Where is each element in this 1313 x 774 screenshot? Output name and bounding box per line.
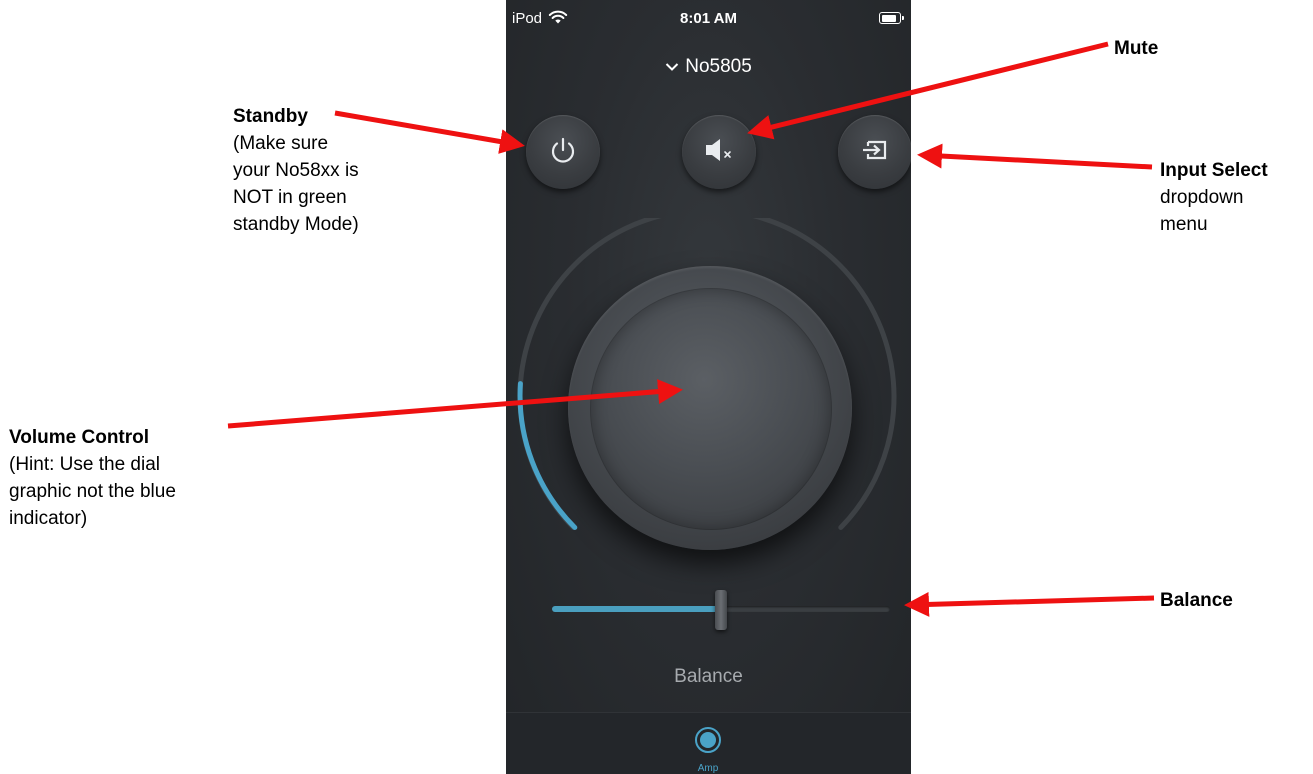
- volume-annotation-line: indicator): [9, 508, 88, 529]
- standby-arrow: [334, 110, 525, 154]
- standby-annotation-line: standby Mode): [233, 214, 359, 235]
- input-annotation: Input Select dropdown menu: [1160, 157, 1268, 238]
- input-arrow: [917, 143, 1153, 170]
- mute-arrow: [747, 41, 1109, 140]
- input-annotation-line: dropdown: [1160, 187, 1244, 208]
- volume-annotation: Volume Control (Hint: Use the dial graph…: [9, 424, 176, 532]
- input-annotation-title: Input Select: [1160, 160, 1268, 181]
- mute-annotation-title: Mute: [1114, 38, 1159, 59]
- balance-annotation-title: Balance: [1160, 590, 1233, 611]
- volume-annotation-line: graphic not the blue: [9, 481, 176, 502]
- balance-arrow: [904, 591, 1155, 617]
- standby-annotation-line: (Make sure: [233, 133, 329, 154]
- standby-annotation: Standby (Make sure your No58xx is NOT in…: [233, 103, 359, 238]
- standby-annotation-title: Standby: [233, 106, 308, 127]
- standby-annotation-line: your No58xx is: [233, 160, 359, 181]
- input-annotation-line: menu: [1160, 214, 1208, 235]
- standby-annotation-line: NOT in green: [233, 187, 347, 208]
- volume-annotation-title: Volume Control: [9, 427, 150, 448]
- volume-arrow: [227, 379, 683, 429]
- volume-annotation-line: (Hint: Use the dial: [9, 454, 161, 475]
- annotation-arrows: [227, 41, 1155, 617]
- balance-annotation: Balance: [1160, 587, 1233, 614]
- mute-annotation: Mute: [1114, 35, 1158, 62]
